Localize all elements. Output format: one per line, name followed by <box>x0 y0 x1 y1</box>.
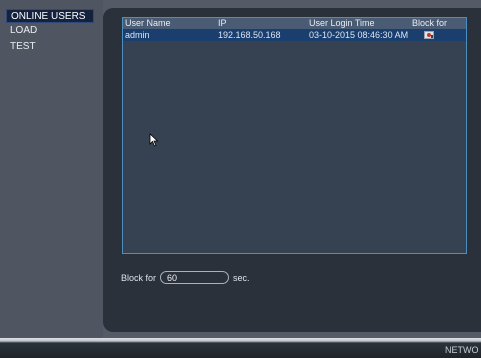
block-unit-label: sec. <box>233 273 250 283</box>
block-duration-input[interactable] <box>160 271 229 284</box>
bottom-bar-label: NETWO <box>445 345 479 355</box>
block-for-label: Block for <box>121 273 157 283</box>
sidebar-item-test[interactable]: TEST <box>6 40 94 54</box>
cell-login-time: 03-10-2015 08:46:30 AM <box>309 30 409 40</box>
block-user-icon[interactable] <box>424 31 434 39</box>
cell-user-name: admin <box>125 30 150 40</box>
cell-ip: 192.168.50.168 <box>218 30 281 40</box>
column-header-block-for: Block for <box>412 18 448 28</box>
bottom-toolbar <box>0 338 481 358</box>
column-header-ip: IP <box>218 18 227 28</box>
online-users-table: User Name IP User Login Time Block for a… <box>122 17 467 254</box>
sidebar-item-load[interactable]: LOAD <box>6 24 94 38</box>
table-row[interactable]: admin 192.168.50.168 03-10-2015 08:46:30… <box>123 29 466 41</box>
table-header: User Name IP User Login Time Block for <box>123 18 466 29</box>
column-header-user-name: User Name <box>125 18 171 28</box>
sidebar-item-online-users[interactable]: ONLINE USERS <box>6 9 94 23</box>
sidebar: ONLINE USERS LOAD TEST <box>0 0 103 338</box>
mouse-pointer-icon <box>149 133 159 147</box>
screen: ONLINE USERS LOAD TEST User Name IP User… <box>0 0 481 358</box>
column-header-login-time: User Login Time <box>309 18 375 28</box>
